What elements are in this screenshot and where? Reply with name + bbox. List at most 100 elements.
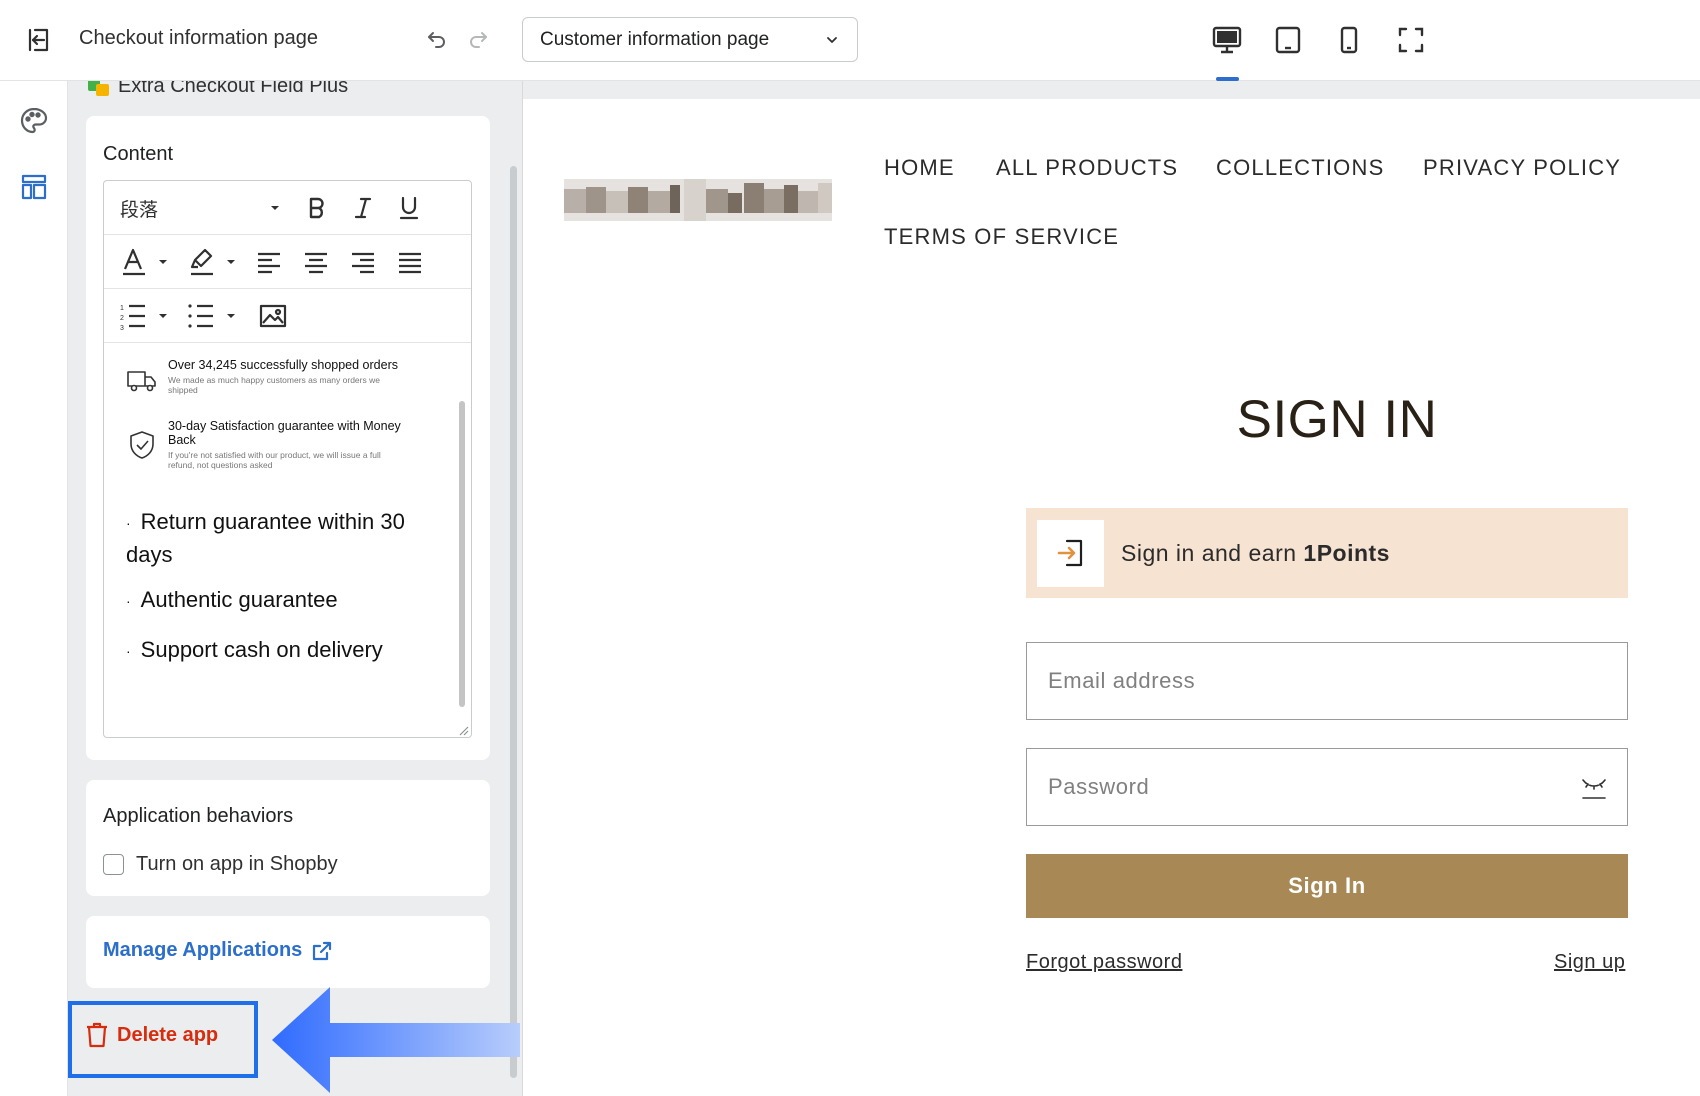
underline-button[interactable] xyxy=(392,191,426,225)
desktop-view-button[interactable] xyxy=(1207,20,1247,60)
nav-terms-of-service[interactable]: TERMS OF SERVICE xyxy=(884,224,1119,250)
bullet-item: · Support cash on delivery xyxy=(126,637,383,662)
theme-editor: Checkout information page Customer infor… xyxy=(0,0,1700,1096)
caret-down-icon xyxy=(271,206,279,210)
turn-on-app-checkbox[interactable] xyxy=(103,854,124,875)
sign-in-heading: SIGN IN xyxy=(1236,390,1438,449)
italic-icon xyxy=(354,197,372,219)
turn-on-app-row[interactable]: Turn on app in Shopby xyxy=(103,853,338,876)
undo-icon xyxy=(428,32,445,48)
undo-button[interactable] xyxy=(421,24,453,56)
points-banner: Sign in and earn 1Points xyxy=(1026,508,1628,598)
ordered-list-icon: 1 2 3 xyxy=(120,304,167,330)
annotation-arrow-icon xyxy=(272,987,520,1093)
toggle-password-visibility[interactable] xyxy=(1579,773,1609,803)
feature-item: Over 34,245 successfully shopped orders … xyxy=(126,358,403,396)
nav-all-products[interactable]: ALL PRODUCTS xyxy=(996,155,1178,181)
sign-in-arrow-icon xyxy=(1057,539,1082,567)
align-justify-icon xyxy=(399,252,421,274)
left-rail xyxy=(0,81,68,1096)
page-select[interactable]: Customer information page xyxy=(522,17,858,62)
align-center-button[interactable] xyxy=(299,245,333,279)
exit-editor-button[interactable] xyxy=(20,22,56,58)
align-right-icon xyxy=(352,252,374,274)
insert-image-button[interactable] xyxy=(256,299,290,333)
top-bar: Checkout information page Customer infor… xyxy=(0,0,1700,81)
bullet-list-icon xyxy=(188,304,235,328)
email-field[interactable]: Email address xyxy=(1026,642,1628,720)
palette-icon xyxy=(20,107,48,134)
feature-title: Over 34,245 successfully shopped orders xyxy=(168,358,398,372)
storefront-preview: HOME ALL PRODUCTS COLLECTIONS PRIVACY PO… xyxy=(522,81,1700,1096)
align-left-button[interactable] xyxy=(252,245,286,279)
editor-toolbar-row-3: 1 2 3 xyxy=(104,289,471,343)
pixelated-logo-image xyxy=(564,179,832,221)
text-color-button[interactable] xyxy=(118,245,172,279)
svg-text:3: 3 xyxy=(120,325,124,330)
fullscreen-icon xyxy=(1398,27,1424,53)
manage-applications-link[interactable]: Manage Applications xyxy=(103,939,333,962)
editor-scrollbar[interactable] xyxy=(459,401,465,707)
bold-icon xyxy=(309,197,324,219)
store-logo[interactable] xyxy=(564,179,832,221)
sections-button[interactable] xyxy=(14,167,54,207)
bullet-list-button[interactable] xyxy=(186,299,240,333)
nav-home[interactable]: HOME xyxy=(884,155,955,181)
nav-privacy-policy[interactable]: PRIVACY POLICY xyxy=(1423,155,1621,181)
svg-text:2: 2 xyxy=(120,315,124,322)
sign-in-button[interactable]: Sign In xyxy=(1026,854,1628,918)
align-left-icon xyxy=(258,252,280,274)
rich-text-editor[interactable]: 段落 1 2 3 Over 34,245 successfully shoppe… xyxy=(103,180,472,738)
app-name: Extra Checkout Field Plus xyxy=(118,81,349,97)
highlighter-icon xyxy=(190,248,235,276)
paragraph-format-value: 段落 xyxy=(120,199,159,221)
italic-button[interactable] xyxy=(346,191,380,225)
eye-closed-icon xyxy=(1582,779,1606,799)
turn-on-app-label: Turn on app in Shopby xyxy=(136,853,338,875)
password-placeholder: Password xyxy=(1048,774,1150,799)
fullscreen-button[interactable] xyxy=(1391,20,1431,60)
editor-content[interactable]: Over 34,245 successfully shopped orders … xyxy=(104,344,471,737)
forgot-password-link[interactable]: Forgot password xyxy=(1026,951,1182,974)
feature-title: 30-day Satisfaction guarantee with Money… xyxy=(168,419,401,447)
sign-up-link[interactable]: Sign up xyxy=(1554,951,1625,974)
manage-card: Manage Applications xyxy=(86,916,490,988)
content-card-title: Content xyxy=(103,143,174,165)
bold-button[interactable] xyxy=(300,191,334,225)
tablet-view-button[interactable] xyxy=(1268,20,1308,60)
editor-toolbar-row-1: 段落 xyxy=(104,181,471,235)
svg-text:1: 1 xyxy=(120,305,124,312)
points-icon-box xyxy=(1037,519,1104,587)
app-header: Extra Checkout Field Plus xyxy=(88,81,348,98)
nav-collections[interactable]: COLLECTIONS xyxy=(1216,155,1384,181)
exit-icon xyxy=(28,28,49,52)
image-icon xyxy=(259,304,287,328)
redo-button[interactable] xyxy=(462,24,494,56)
layout-icon xyxy=(21,174,47,200)
delete-app-label: Delete app xyxy=(117,1023,219,1046)
shield-check-icon xyxy=(130,431,154,459)
theme-settings-button[interactable] xyxy=(14,101,54,141)
external-link-icon xyxy=(313,941,332,960)
ordered-list-button[interactable]: 1 2 3 xyxy=(118,299,172,333)
behaviors-card: Application behaviors Turn on app in Sho… xyxy=(86,780,490,896)
mobile-view-button[interactable] xyxy=(1329,20,1369,60)
align-right-button[interactable] xyxy=(346,245,380,279)
delete-app-button[interactable]: Delete app xyxy=(85,1022,218,1048)
align-justify-button[interactable] xyxy=(393,245,427,279)
resize-handle-icon[interactable] xyxy=(457,724,469,736)
paragraph-format-select[interactable]: 段落 xyxy=(120,191,280,225)
mobile-icon xyxy=(1340,26,1358,54)
page-select-value: Customer information page xyxy=(540,28,770,50)
bullet-text: Support cash on delivery xyxy=(140,637,383,662)
preview-top-strip xyxy=(523,81,1700,99)
feature-item: 30-day Satisfaction guarantee with Money… xyxy=(126,419,403,470)
password-field[interactable]: Password xyxy=(1026,748,1628,826)
panel-scrollbar[interactable] xyxy=(510,166,517,1078)
text-color-icon xyxy=(123,248,167,276)
bullet-item: · Return guarantee within 30 days xyxy=(126,509,405,568)
points-banner-amount: 1Points xyxy=(1303,539,1390,566)
app-logo-icon xyxy=(88,81,110,97)
underline-icon xyxy=(399,196,419,220)
highlight-color-button[interactable] xyxy=(186,245,240,279)
